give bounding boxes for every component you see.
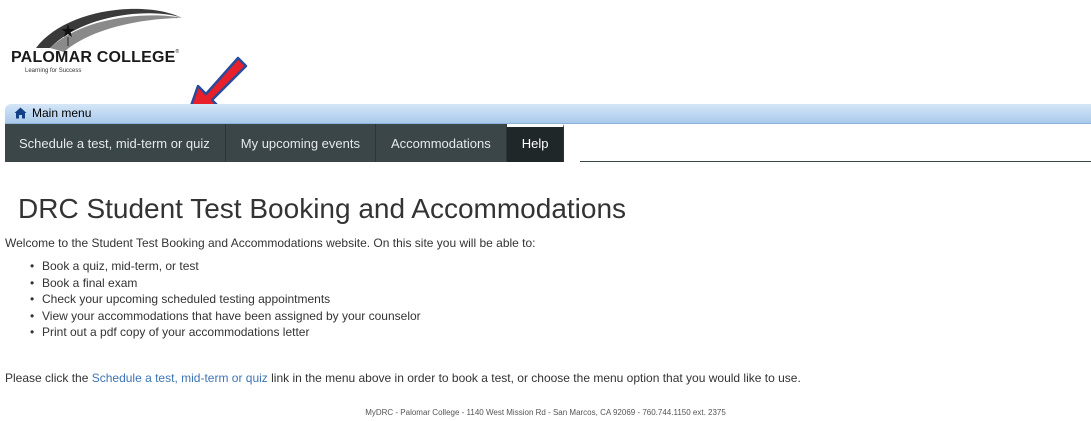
feature-list: • Book a quiz, mid-term, or test • Book a …	[30, 258, 421, 341]
page-title: DRC Student Test Booking and Accommodati…	[18, 193, 627, 224]
logo-tagline: Learning for Success	[25, 68, 82, 74]
nav-schedule-test[interactable]: Schedule a test, mid-term or quiz	[5, 124, 226, 162]
instructions-text: Please click the Schedule a test, mid-te…	[5, 371, 801, 385]
schedule-test-link[interactable]: Schedule a test, mid-term or quiz	[92, 371, 268, 385]
main-menu-label: Main menu	[32, 106, 92, 120]
main-navigation: Schedule a test, mid-term or quiz My upc…	[5, 124, 565, 162]
list-item: • Book a final exam	[30, 275, 138, 290]
page: PALOMAR COLLEGE® Learning for Success Ma…	[0, 0, 1091, 421]
list-item: • Print out a pdf copy of your accommodat…	[30, 325, 310, 340]
footer: MyDRC - Palomar College - 1140 West Miss…	[365, 408, 726, 417]
nav-accommodations[interactable]: Accommodations	[376, 124, 507, 162]
list-item: • Book a quiz, mid-term, or test	[30, 259, 199, 273]
list-item: • View your accommodations that have been…	[30, 308, 421, 323]
main-menu-bar[interactable]: Main menu	[5, 104, 1091, 124]
list-item: • Check your upcoming scheduled testing a…	[30, 292, 331, 307]
nav-divider	[580, 161, 1091, 162]
home-icon	[14, 107, 27, 119]
logo-wordmark: PALOMAR COLLEGE®	[11, 49, 180, 66]
nav-help[interactable]: Help	[506, 124, 565, 162]
nav-my-upcoming-events[interactable]: My upcoming events	[226, 124, 376, 162]
intro-text: Welcome to the Student Test Booking and …	[5, 236, 536, 250]
